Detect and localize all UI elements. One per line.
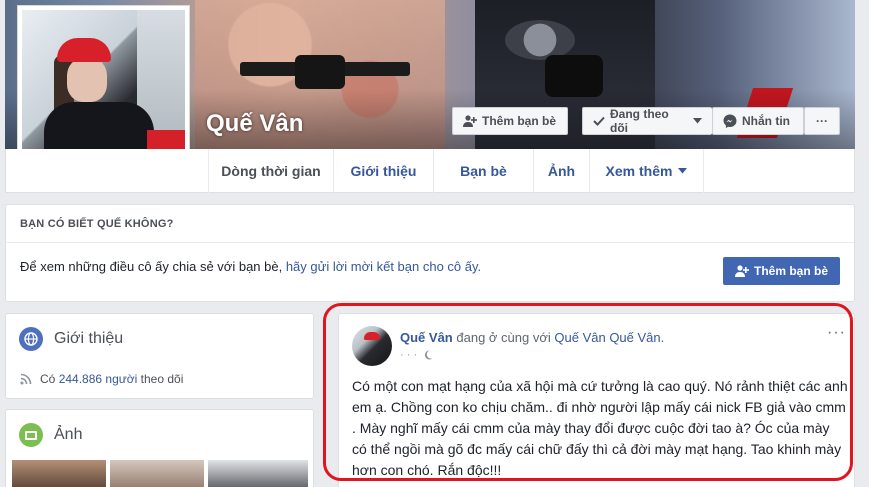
caret-down-icon <box>678 168 688 174</box>
tab-timeline[interactable]: Dòng thời gian <box>208 149 334 193</box>
add-friend-icon <box>734 265 749 277</box>
add-friend-button[interactable]: Thêm bạn bè <box>452 107 568 135</box>
followers-count[interactable]: 244.886 người <box>59 372 138 386</box>
cover-bouquet <box>505 20 575 60</box>
post-meta: · · · <box>400 349 433 361</box>
tab-more-label: Xem thêm <box>605 163 673 179</box>
post-card: Quế Vân đang ở cùng với Quế Vân Quế Vân.… <box>338 313 855 487</box>
add-friend-primary-label: Thêm bạn bè <box>753 264 828 278</box>
followers-suffix: theo dõi <box>140 372 184 386</box>
post-options-button[interactable]: ··· <box>827 324 846 342</box>
photo-cap <box>57 38 111 62</box>
photo-thumbnail[interactable] <box>208 460 308 487</box>
photos-title[interactable]: Ảnh <box>54 426 82 444</box>
following-label: Đang theo dõi <box>610 107 669 135</box>
know-her-card: BẠN CÓ BIẾT QUẾ KHÔNG? Để xem những điều… <box>5 204 855 302</box>
photo-thumbnail[interactable] <box>12 460 106 487</box>
globe-icon <box>19 327 43 351</box>
post-header: Quế Vân đang ở cùng với Quế Vân Quế Vân. <box>400 330 664 345</box>
add-friend-primary-button[interactable]: Thêm bạn bè <box>723 257 840 285</box>
followers-row: Có 244.886 người theo dõi <box>20 372 183 386</box>
post-author-avatar[interactable] <box>352 326 392 366</box>
post-tagged-link[interactable]: Quế Vân Quế Vân. <box>554 330 664 345</box>
know-card-prefix: Để xem những điều cô ấy chia sẻ với bạn … <box>20 259 286 274</box>
tab-about[interactable]: Giới thiệu <box>334 149 434 193</box>
tab-more[interactable]: Xem thêm <box>590 149 704 193</box>
post-timestamp[interactable]: · · · <box>400 349 417 361</box>
post-body: Có một con mạt hạng của xã hội mà cứ tưở… <box>352 378 848 478</box>
post-author-link[interactable]: Quế Vân <box>400 330 453 345</box>
photo-icon <box>19 423 43 447</box>
profile-name[interactable]: Quế Vân <box>206 110 303 138</box>
tab-photos[interactable]: Ảnh <box>534 149 590 193</box>
intro-card: Giới thiệu Có 244.886 người theo dõi <box>5 313 314 399</box>
more-options-button[interactable]: ··· <box>804 107 840 135</box>
know-card-heading: BẠN CÓ BIẾT QUẾ KHÔNG? <box>6 205 854 243</box>
messenger-icon <box>723 114 737 128</box>
send-request-link[interactable]: hãy gửi lời mời kết bạn cho cô ấy. <box>286 259 481 274</box>
caret-down-icon <box>693 118 702 124</box>
followers-prefix: Có <box>40 372 56 386</box>
following-button[interactable]: Đang theo dõi <box>582 107 712 135</box>
photo-thumbnail[interactable] <box>110 460 204 487</box>
photo-face <box>67 58 107 102</box>
message-label: Nhắn tin <box>742 114 790 128</box>
cover-bag <box>295 55 345 89</box>
post-action-text: đang ở cùng với <box>456 330 551 345</box>
intro-title[interactable]: Giới thiệu <box>54 330 123 348</box>
photos-card: Ảnh <box>5 409 314 487</box>
profile-tab-bar: Dòng thời gian Giới thiệu Bạn bè Ảnh Xem… <box>5 149 855 193</box>
add-friend-label: Thêm bạn bè <box>482 114 557 128</box>
add-friend-icon <box>463 115 477 127</box>
rss-icon <box>20 373 32 385</box>
know-card-text: Để xem những điều cô ấy chia sẻ với bạn … <box>20 259 481 274</box>
tab-friends[interactable]: Bạn bè <box>434 149 534 193</box>
check-icon <box>593 116 605 126</box>
friends-audience-icon <box>423 350 433 360</box>
message-button[interactable]: Nhắn tin <box>712 107 804 135</box>
